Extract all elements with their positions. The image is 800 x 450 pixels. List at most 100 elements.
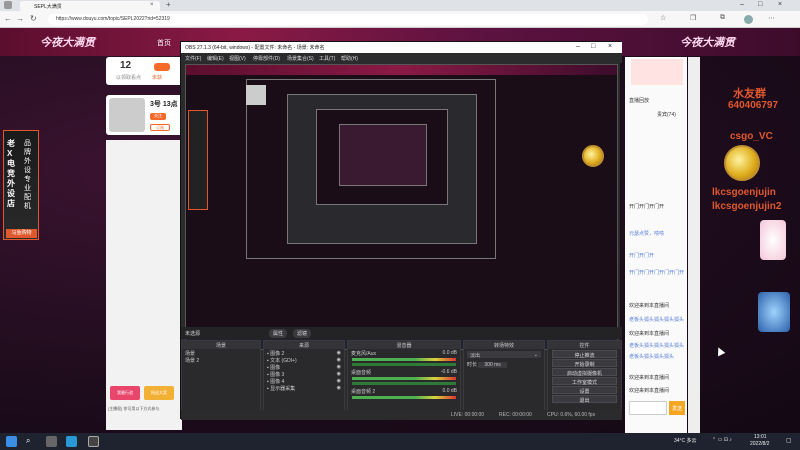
eye-icon[interactable]: ◉ [337, 357, 341, 363]
settings-button[interactable]: 设置 [552, 386, 617, 395]
gold-coin-icon [724, 145, 760, 181]
menu-scene-collection[interactable]: 场景集合(S) [287, 55, 314, 62]
studio-mode-button[interactable]: 工作室模式 [552, 377, 617, 386]
live-timer: LIVE: 00:00:00 [451, 412, 485, 418]
weather-status[interactable]: 34°C 多云 [674, 437, 697, 444]
start-icon[interactable] [6, 436, 17, 447]
search-icon[interactable]: ⌕ [26, 436, 37, 447]
controls-header: 控件 [548, 341, 621, 349]
avatar[interactable] [744, 15, 753, 24]
close-tab-icon[interactable]: × [150, 2, 154, 8]
duration-input[interactable]: 300 ms [478, 362, 507, 368]
clock-time[interactable]: 13:01 [754, 434, 767, 440]
send-button[interactable]: 发送 [669, 401, 685, 415]
transition-type: 淡出 [470, 353, 481, 359]
task-view-icon[interactable] [46, 436, 57, 447]
source-item[interactable]: ▪ 图像 3 ◉ [264, 370, 344, 378]
transitions-header: 转场特效 [464, 341, 544, 349]
volume-slider[interactable] [352, 363, 456, 366]
maximize-icon[interactable]: □ [758, 1, 762, 8]
follow-button[interactable]: 关注 [150, 113, 166, 120]
eye-icon[interactable]: ◉ [337, 371, 341, 377]
browser-menu-icon[interactable] [4, 1, 12, 9]
back-icon[interactable]: ← [4, 14, 12, 23]
menu-docks[interactable]: 停靠部件(D) [253, 55, 280, 62]
start-recording-button[interactable]: 开始录制 [552, 359, 617, 368]
promo-left-button[interactable]: 我最行战 [110, 386, 140, 400]
overlay-group-number: 640406797 [728, 100, 779, 111]
tray-icons[interactable]: ⌃ ▭ ⊡ ♪ [712, 437, 732, 443]
clock-date[interactable]: 2022/8/2 [750, 441, 769, 447]
transition-select[interactable]: 淡出 ⌄ [467, 351, 541, 359]
source-item[interactable]: ▪ 图像 2 ◉ [264, 349, 344, 357]
obs-minimize-icon[interactable]: – [576, 43, 580, 50]
obs-maximize-icon[interactable]: □ [591, 43, 595, 50]
chat-panel: 直播回放 贵宾(74) 开门开门开门开 元瑟点赞，啧啧 开门开门开 开门开门开门… [625, 57, 687, 437]
chat-scrollbar[interactable] [688, 57, 700, 437]
more-icon[interactable]: ⋯ [768, 14, 775, 22]
minimize-icon[interactable]: – [740, 1, 744, 8]
new-tab-icon[interactable]: + [166, 0, 171, 9]
cpu-status: CPU: 0.6%, 60.00 fps [547, 412, 596, 418]
source-item[interactable]: ▪ 图像 4 ◉ [264, 377, 344, 385]
chat-line-11: 欢迎来到本直播间 [629, 388, 670, 394]
tab-vip[interactable]: 贵宾(74) [657, 111, 676, 118]
stop-streaming-button[interactable]: 停止推流 [552, 350, 617, 359]
chat-input[interactable] [629, 401, 667, 415]
nav-home[interactable]: 首页 [157, 38, 171, 48]
source-item[interactable]: ▪ 图像 ◉ [264, 363, 344, 371]
eye-icon[interactable]: ◉ [337, 385, 341, 391]
source-item[interactable]: ▪ 显示器采集 ◉ [264, 384, 344, 392]
obs-menubar: 文件(F) 编辑(E) 视图(V) 停靠部件(D) 场景集合(S) 工具(T) … [181, 53, 622, 63]
obs-taskbar-icon[interactable] [88, 436, 99, 447]
follow-card[interactable]: 12 以领取看点 未获 [106, 57, 186, 85]
properties-button[interactable]: 属性 [269, 329, 288, 338]
eye-icon[interactable]: ◉ [337, 364, 341, 370]
gift-badge-icon [760, 220, 786, 260]
ad-store-name: 老X电竞外设店 [7, 139, 15, 208]
volume-slider[interactable] [352, 382, 456, 385]
site-logo[interactable]: 今夜大满贯 [40, 34, 95, 50]
source-label: 显示器采集 [270, 386, 296, 392]
chat-banner[interactable] [631, 59, 683, 85]
room-card[interactable]: 3号 13点 关注 订阅 [106, 95, 186, 135]
preview-nested-header [186, 65, 617, 75]
left-ad-banner[interactable]: 老X电竞外设店 品牌外设 专业配机 马鱼购物 [3, 130, 39, 240]
follow-badge: 未获 [152, 75, 163, 81]
ad-shop-button[interactable]: 马鱼购物 [6, 229, 37, 238]
browser-tab[interactable]: SEPL大满贯 [20, 1, 160, 11]
address-bar-row: ← → ↻ https://www.douyu.com/topic/SEPL20… [0, 11, 800, 28]
eye-icon[interactable]: ◉ [337, 378, 341, 384]
filters-button[interactable]: 滤镜 [293, 329, 312, 338]
extensions-icon[interactable]: ⧉ [720, 14, 725, 22]
obs-preview[interactable] [185, 64, 618, 350]
mixer-track: 麦克风/Aux 0.0 dB [348, 349, 460, 357]
scenes-dock: 场景 场景 场景 2 + − ⌃ ⌄ [181, 340, 261, 420]
menu-tools[interactable]: 工具(T) [319, 55, 335, 62]
forward-icon[interactable]: → [16, 14, 24, 23]
obs-close-icon[interactable]: × [608, 43, 612, 50]
favorites-icon[interactable]: ☆ [660, 14, 666, 22]
url-text: https://www.douyu.com/topic/SEPL2022?rid… [56, 16, 170, 22]
eye-icon[interactable]: ◉ [337, 350, 341, 356]
scene-item[interactable]: 场景 [182, 349, 260, 357]
scene-item[interactable]: 场景 2 [182, 356, 260, 364]
notification-icon[interactable]: ▢ [786, 437, 792, 444]
exit-button[interactable]: 退出 [552, 395, 617, 404]
obs-window[interactable]: OBS 27.1.3 (64-bit, windows) - 配置文件: 未命名… [180, 41, 622, 420]
start-virtual-camera-button[interactable]: 启动虚拟摄像机 [552, 368, 617, 377]
menu-view[interactable]: 视图(V) [229, 55, 246, 62]
source-item[interactable]: ▪ 文本 (GDI+) ◉ [264, 356, 344, 364]
promo-right-button[interactable]: 抢送大奖 [144, 386, 174, 400]
tab-replay[interactable]: 直播回放 [629, 97, 649, 104]
url-input[interactable]: https://www.douyu.com/topic/SEPL2022?rid… [48, 14, 648, 25]
close-window-icon[interactable]: × [778, 1, 782, 8]
menu-edit[interactable]: 编辑(E) [207, 55, 224, 62]
menu-file[interactable]: 文件(F) [185, 55, 201, 62]
menu-help[interactable]: 帮助(H) [341, 55, 358, 62]
preview-left-ad [188, 110, 208, 210]
subscribe-button[interactable]: 订阅 [150, 124, 170, 131]
collections-icon[interactable]: ❐ [690, 14, 696, 22]
refresh-icon[interactable]: ↻ [30, 14, 37, 23]
edge-icon[interactable] [66, 436, 77, 447]
